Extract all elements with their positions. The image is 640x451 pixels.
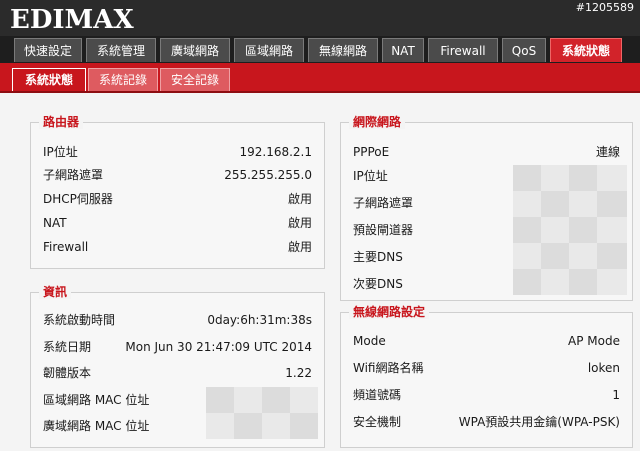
tab-lan[interactable]: 區域網路 xyxy=(234,38,304,62)
info-date-row: 系統日期 Mon Jun 30 21:47:09 UTC 2014 xyxy=(31,338,324,356)
subtab-system-status[interactable]: 系統狀態 xyxy=(12,68,86,91)
router-dhcp-row: DHCP伺服器 啟用 xyxy=(31,190,324,208)
internet-panel: 網際網路 PPPoE 連線 IP位址 子網路遮罩 預設閘道器 主要DNS 次要D… xyxy=(340,115,633,301)
tab-wireless[interactable]: 無線網路 xyxy=(308,38,378,62)
info-uptime-value: 0day:6h:31m:38s xyxy=(207,313,312,327)
router-ip-row: IP位址 192.168.2.1 xyxy=(31,143,324,161)
tab-system-management[interactable]: 系統管理 xyxy=(86,38,156,62)
mac-address-redaction xyxy=(206,387,318,439)
router-firewall-row: Firewall 啟用 xyxy=(31,238,324,256)
info-firmware-label: 韌體版本 xyxy=(43,366,92,380)
router-dhcp-value: 啟用 xyxy=(287,192,312,206)
internet-panel-title: 網際網路 xyxy=(349,115,406,129)
status-content: 路由器 IP位址 192.168.2.1 子網路遮罩 255.255.255.0… xyxy=(0,93,640,451)
internet-gateway-label: 預設閘道器 xyxy=(353,223,414,237)
info-firmware-row: 韌體版本 1.22 xyxy=(31,364,324,382)
internet-dns2-label: 次要DNS xyxy=(353,277,403,291)
wireless-channel-label: 頻道號碼 xyxy=(353,388,402,402)
wireless-security-label: 安全機制 xyxy=(353,415,402,429)
info-panel-title: 資訊 xyxy=(39,285,72,299)
router-ip-label: IP位址 xyxy=(43,145,78,159)
router-panel: 路由器 IP位址 192.168.2.1 子網路遮罩 255.255.255.0… xyxy=(30,115,325,269)
info-uptime-row: 系統啟動時間 0day:6h:31m:38s xyxy=(31,311,324,329)
tab-system-status[interactable]: 系統狀態 xyxy=(550,38,622,62)
internet-dns1-label: 主要DNS xyxy=(353,250,403,264)
wireless-mode-label: Mode xyxy=(353,334,386,348)
info-date-value: Mon Jun 30 21:47:09 UTC 2014 xyxy=(125,340,312,354)
router-ip-value: 192.168.2.1 xyxy=(239,145,312,159)
info-panel: 資訊 系統啟動時間 0day:6h:31m:38s 系統日期 Mon Jun 3… xyxy=(30,285,325,448)
wireless-ssid-row: Wifi網路名稱 loken xyxy=(341,359,632,377)
wireless-security-row: 安全機制 WPA預設共用金鑰(WPA-PSK) xyxy=(341,413,632,431)
wireless-ssid-label: Wifi網路名稱 xyxy=(353,361,424,375)
top-header: EDIMAX #1205589 xyxy=(0,0,640,38)
wireless-panel: 無線網路設定 Mode AP Mode Wifi網路名稱 loken 頻道號碼 … xyxy=(340,305,633,448)
wan-address-redaction xyxy=(513,165,627,295)
internet-pppoe-row: PPPoE 連線 xyxy=(341,143,632,161)
router-nat-value: 啟用 xyxy=(287,216,312,230)
router-dhcp-label: DHCP伺服器 xyxy=(43,192,113,206)
router-firewall-value: 啟用 xyxy=(287,240,312,254)
tab-nat[interactable]: NAT xyxy=(382,38,424,62)
router-nat-label: NAT xyxy=(43,216,67,230)
wireless-mode-row: Mode AP Mode xyxy=(341,332,632,350)
subtab-system-log[interactable]: 系統記錄 xyxy=(88,68,158,91)
wireless-channel-value: 1 xyxy=(612,388,620,402)
tab-wan[interactable]: 廣域網路 xyxy=(160,38,230,62)
router-firewall-label: Firewall xyxy=(43,240,89,254)
tab-qos[interactable]: QoS xyxy=(502,38,546,62)
wireless-security-value: WPA預設共用金鑰(WPA-PSK) xyxy=(458,415,620,429)
router-subnet-row: 子網路遮罩 255.255.255.0 xyxy=(31,166,324,184)
info-firmware-value: 1.22 xyxy=(285,366,312,380)
subtab-security-log[interactable]: 安全記錄 xyxy=(160,68,230,91)
router-subnet-label: 子網路遮罩 xyxy=(43,168,104,182)
router-panel-title: 路由器 xyxy=(39,115,84,129)
info-lan-mac-label: 區域網路 MAC 位址 xyxy=(43,393,150,407)
internet-pppoe-value: 連線 xyxy=(595,145,620,159)
info-wan-mac-label: 廣域網路 MAC 位址 xyxy=(43,419,150,433)
edimax-logo: EDIMAX xyxy=(10,5,134,35)
wireless-panel-title: 無線網路設定 xyxy=(349,305,430,319)
internet-pppoe-label: PPPoE xyxy=(353,145,390,159)
tab-firewall[interactable]: Firewall xyxy=(428,38,498,62)
wireless-channel-row: 頻道號碼 1 xyxy=(341,386,632,404)
wireless-ssid-value: loken xyxy=(587,361,620,375)
router-nat-row: NAT 啟用 xyxy=(31,214,324,232)
internet-subnet-label: 子網路遮罩 xyxy=(353,196,414,210)
tab-quick-setup[interactable]: 快速設定 xyxy=(14,38,82,62)
post-id-watermark: #1205589 xyxy=(575,1,634,14)
info-date-label: 系統日期 xyxy=(43,340,92,354)
wireless-mode-value: AP Mode xyxy=(568,334,620,348)
internet-ip-label: IP位址 xyxy=(353,169,388,183)
info-uptime-label: 系統啟動時間 xyxy=(43,313,116,327)
router-subnet-value: 255.255.255.0 xyxy=(224,168,312,182)
